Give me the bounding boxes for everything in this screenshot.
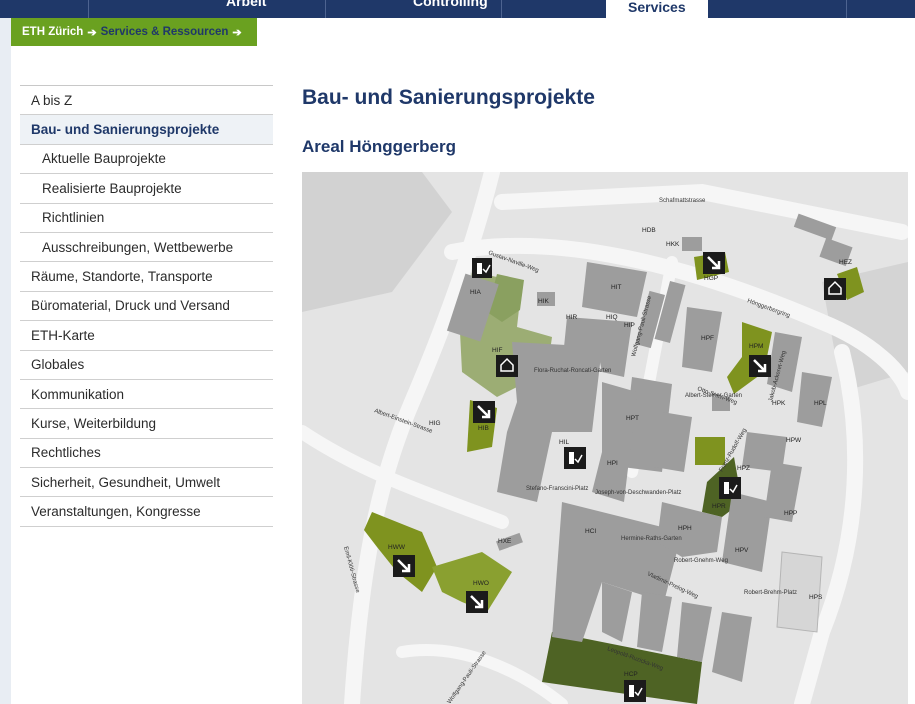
tab-services[interactable]: Services [606,0,708,18]
building-label[interactable]: HPM [749,343,763,350]
building-label[interactable]: HXE [498,538,512,545]
place-label: Hermine-Raths-Garten [621,536,682,542]
building-label[interactable]: HIR [566,314,578,321]
building-label[interactable]: HDB [642,227,656,234]
building-label[interactable]: HEZ [839,259,852,266]
top-navigation: Arbeit Controlling Services [0,0,915,18]
breadcrumb-eth[interactable]: ETH Zürich [22,26,83,38]
building-label[interactable]: HPS [809,594,823,601]
sidebar-item-bueromaterial[interactable]: Büromaterial, Druck und Versand [20,292,273,322]
construction-icon[interactable] [472,258,492,278]
arrow-icon[interactable] [703,252,725,274]
building-label[interactable]: HIL [559,439,570,446]
sidebar-item-sicherheit[interactable]: Sicherheit, Gesundheit, Umwelt [20,468,273,498]
street-label: Robert-Gnehm-Weg [674,558,728,564]
nav-separator [501,0,502,18]
building-label[interactable]: HPF [701,335,714,342]
building-label[interactable]: HIK [538,298,550,305]
building-label[interactable]: HPV [735,547,749,554]
place-label: Joseph-von-Deschwanden-Platz [595,490,681,496]
campus-map[interactable]: Schafmattstrasse Hönggerbergring Gustav-… [302,172,908,704]
building-label[interactable]: HIQ [606,314,618,321]
building-label[interactable]: HKK [666,241,680,248]
building-label[interactable]: HWW [388,544,406,551]
building-label[interactable]: HGP [704,275,718,282]
sidebar-item-ausschreibungen[interactable]: Ausschreibungen, Wettbewerbe [20,233,273,263]
sidebar-item-realisierte-bauprojekte[interactable]: Realisierte Bauprojekte [20,174,273,204]
page-title: Bau- und Sanierungsprojekte [302,86,595,109]
building-label[interactable]: HPR [712,503,726,510]
arrow-icon[interactable] [466,591,488,613]
building-label[interactable]: HIA [470,289,482,296]
place-label: Albert-Steiner-Garten [685,393,742,399]
arrow-icon[interactable] [473,401,495,423]
construction-icon[interactable] [564,447,586,469]
building-label[interactable]: HCI [585,528,596,535]
nav-separator [88,0,89,18]
building-label[interactable]: HPI [607,460,618,467]
sidebar-item-a-bis-z[interactable]: A bis Z [20,86,273,116]
tab-controlling[interactable]: Controlling [413,0,488,9]
place-label: Stefano-Franscini-Platz [526,486,588,492]
building-label[interactable]: HPT [626,415,639,422]
section-title: Areal Hönggerberg [302,137,456,156]
breadcrumb: ETH Zürich ➔ Services & Ressourcen ➔ [11,18,257,46]
construction-icon[interactable] [719,477,741,499]
building-label[interactable]: HIF [492,347,503,354]
building-label[interactable]: HPW [786,437,802,444]
sidebar-item-raeume[interactable]: Räume, Standorte, Transporte [20,262,273,292]
building-label[interactable]: HIB [478,425,489,432]
sidebar-item-kurse[interactable]: Kurse, Weiterbildung [20,409,273,439]
arrow-icon[interactable] [393,555,415,577]
nav-separator [325,0,326,18]
building-label[interactable]: HIG [429,420,441,427]
tab-arbeit[interactable]: Arbeit [226,0,266,9]
building-label[interactable]: HIP [624,322,635,329]
arrow-right-icon: ➔ [87,26,97,39]
building-label[interactable]: HPL [814,400,827,407]
building-label[interactable]: HPK [772,400,786,407]
sidebar-item-richtlinien[interactable]: Richtlinien [20,204,273,233]
sidebar-item-eth-karte[interactable]: ETH-Karte [20,321,273,351]
building-label[interactable]: HWO [473,580,489,587]
sidebar-item-aktuelle-bauprojekte[interactable]: Aktuelle Bauprojekte [20,145,273,175]
renovation-icon[interactable] [496,355,518,377]
sidebar-item-veranstaltungen[interactable]: Veranstaltungen, Kongresse [20,497,273,527]
arrow-right-icon: ➔ [232,26,242,39]
place-label: Flora-Ruchat-Roncati-Garten [534,368,611,374]
nav-separator [846,0,847,18]
sidebar-item-globales[interactable]: Globales [20,351,273,380]
place-label: Robert-Brehm-Platz [744,590,797,596]
renovation-icon[interactable] [824,278,846,300]
building-label[interactable]: HPZ [737,465,750,472]
building-label[interactable]: HCP [624,671,638,678]
building-label[interactable]: HPH [678,525,692,532]
breadcrumb-services[interactable]: Services & Ressourcen [101,26,229,38]
building-label[interactable]: HIT [611,284,622,291]
construction-icon[interactable] [624,680,646,702]
sidebar-item-bau-sanierung[interactable]: Bau- und Sanierungsprojekte [20,115,273,145]
page-side-bar [0,18,11,704]
sidebar-item-rechtliches[interactable]: Rechtliches [20,439,273,469]
sidebar-nav: A bis Z Bau- und Sanierungsprojekte Aktu… [20,85,273,527]
arrow-icon[interactable] [749,355,771,377]
street-label: Schafmattstrasse [659,198,706,204]
sidebar-item-kommunikation[interactable]: Kommunikation [20,380,273,410]
building-label[interactable]: HPP [784,510,797,517]
